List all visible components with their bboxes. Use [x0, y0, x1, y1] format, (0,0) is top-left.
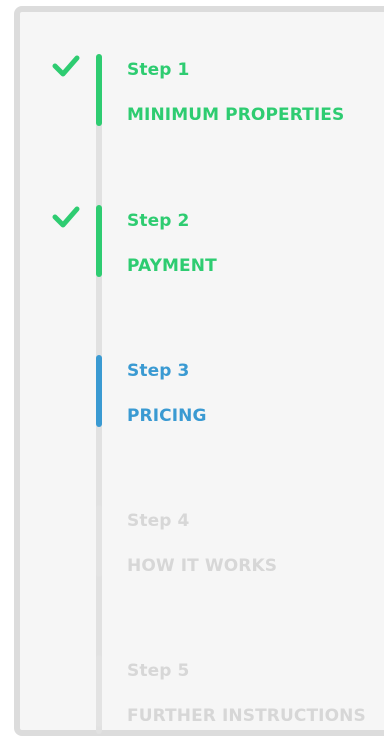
- step-3-progress-bar: [96, 355, 102, 427]
- step-1-title: MINIMUM PROPERTIES: [127, 105, 345, 125]
- step-3-number: Step 3: [127, 361, 190, 381]
- step-5-title: FURTHER INSTRUCTIONS: [127, 706, 366, 726]
- step-4-progress-bar: [96, 505, 102, 577]
- step-3[interactable]: Step 3 PRICING: [0, 355, 384, 435]
- step-4[interactable]: Step 4 HOW IT WORKS: [0, 505, 384, 585]
- step-4-number: Step 4: [127, 511, 190, 531]
- step-5-progress-bar: [96, 655, 102, 727]
- step-4-title: HOW IT WORKS: [127, 556, 278, 576]
- step-2-number: Step 2: [127, 211, 190, 231]
- step-5-number: Step 5: [127, 661, 190, 681]
- step-1-progress-bar: [96, 54, 102, 126]
- step-2-progress-bar: [96, 205, 102, 277]
- step-2-title: PAYMENT: [127, 256, 217, 276]
- check-icon: [52, 206, 80, 228]
- step-3-title: PRICING: [127, 406, 207, 426]
- step-5[interactable]: Step 5 FURTHER INSTRUCTIONS: [0, 655, 384, 735]
- step-2[interactable]: Step 2 PAYMENT: [0, 205, 384, 285]
- step-1-number: Step 1: [127, 60, 190, 80]
- step-1[interactable]: Step 1 MINIMUM PROPERTIES: [0, 54, 384, 134]
- check-icon: [52, 55, 80, 77]
